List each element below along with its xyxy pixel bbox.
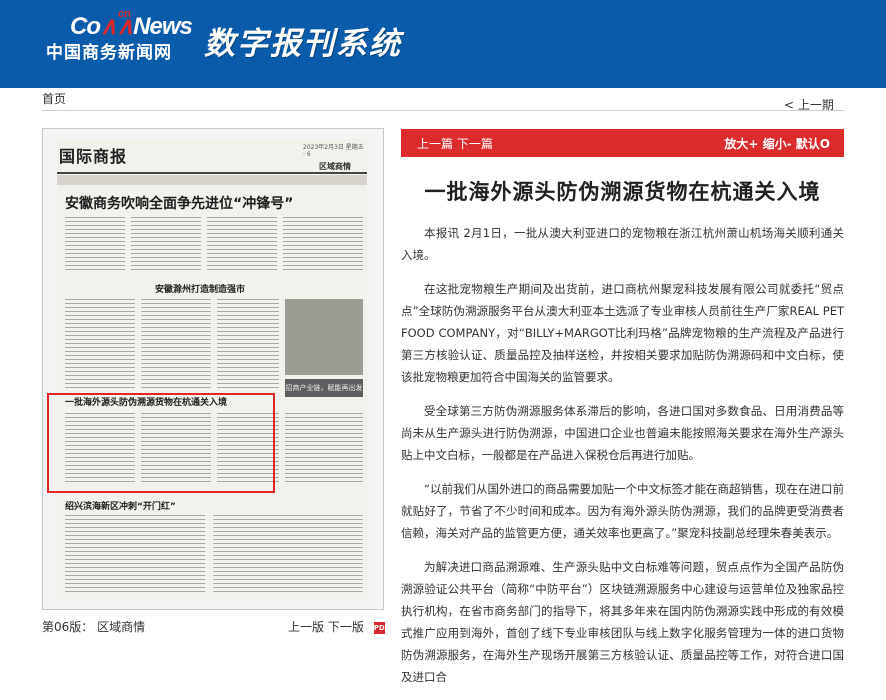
paper-text-block <box>131 217 201 273</box>
article-toolbar: 上一篇 下一篇 放大+ 缩小- 默认O <box>401 129 844 157</box>
paper-rule <box>57 172 367 174</box>
paper-headline-anhui[interactable]: 安徽商务吹响全面争先进位“冲锋号” <box>65 193 293 213</box>
paper-text-block <box>65 217 125 273</box>
divider <box>42 110 844 111</box>
home-link[interactable]: 首页 <box>42 90 66 107</box>
paper-photo <box>285 299 363 375</box>
next-page-link[interactable]: 下一版 <box>328 620 364 634</box>
default-size-button[interactable]: 默认O <box>796 137 830 151</box>
newspaper-page-preview[interactable]: 国际商报 2023年2月3日 星期五 · 6 区域商情 安徽商务吹响全面争先进位… <box>42 128 384 610</box>
paper-text-block <box>285 413 363 483</box>
paper-band <box>57 175 367 185</box>
paper-text-block <box>207 217 277 273</box>
zoom-out-button[interactable]: 缩小- <box>763 137 792 151</box>
paper-meta: 2023年2月3日 星期五 · 6 <box>303 144 364 158</box>
system-title: 数字报刊系统 <box>204 26 402 62</box>
article-paragraph: 本报讯 2月1日，一批从澳大利亚进口的宠物粮在浙江杭州萧山机场海关顺利通关入境。 <box>401 226 844 262</box>
paper-masthead: 国际商报 <box>59 147 128 166</box>
paper-headline-chuzhou[interactable]: 安徽滁州打造制造强市 <box>155 282 245 295</box>
paper-section: 区域商情 <box>319 162 351 171</box>
article-paragraph: 受全球第三方防伪溯源服务体系滞后的影响，各进口国对多数食品、日用消费品等尚未从生… <box>401 404 844 462</box>
article-title: 一批海外源头防伪溯源货物在杭通关入境 <box>424 180 821 204</box>
page-name: 区域商情 <box>97 620 146 634</box>
article-paragraph: 为解决进口商品溯源难、生产源头贴中文白标难等问题，贸点点作为全国产品防伪溯源验证… <box>401 560 844 684</box>
paper-text-block <box>213 515 363 595</box>
paper-text-block <box>65 299 135 389</box>
prev-page-link[interactable]: 上一版 <box>288 620 324 634</box>
site-logo[interactable]: cn Co∧∧News 中国商务新闻网 <box>46 8 193 64</box>
selected-article-highlight[interactable] <box>47 393 275 493</box>
zoom-in-button[interactable]: 放大+ <box>724 137 758 151</box>
paper-text-block <box>283 217 363 273</box>
prev-article-link[interactable]: 上一篇 <box>417 137 453 151</box>
page-label: 第06版： 区域商情 <box>42 620 146 634</box>
paper-boxed-headline: 招商产业链，赋能再出发 <box>285 379 363 397</box>
article-body: 本报讯 2月1日，一批从澳大利亚进口的宠物粮在浙江杭州萧山机场海关顺利通关入境。… <box>401 222 844 700</box>
paper-text-block <box>217 299 279 389</box>
logo-news-text: Co∧∧News <box>70 13 193 40</box>
paper-headline-shaoxing[interactable]: 绍兴滨海新区冲刺“开门红” <box>65 499 176 512</box>
pdf-icon[interactable]: PDF <box>373 621 389 634</box>
article-paragraph: 在这批宠物粮生产期间及出货前，进口商杭州聚宠科技发展有限公司就委托“贸点点”全球… <box>401 282 844 384</box>
next-article-link[interactable]: 下一篇 <box>457 137 493 151</box>
page-nav: 上一版 下一版 PDF <box>288 618 389 635</box>
article-paragraph: “以前我们从国外进口的商品需要加贴一个中文标签才能在商超销售，现在在进口前就贴好… <box>401 482 844 540</box>
logo-site-name: 中国商务新闻网 <box>46 43 172 63</box>
newspaper-page: 国际商报 2023年2月3日 星期五 · 6 区域商情 安徽商务吹响全面争先进位… <box>57 139 367 601</box>
site-header: cn Co∧∧News 中国商务新闻网 数字报刊系统 <box>0 0 886 88</box>
paper-text-block <box>65 515 205 595</box>
paper-text-block <box>141 299 211 389</box>
